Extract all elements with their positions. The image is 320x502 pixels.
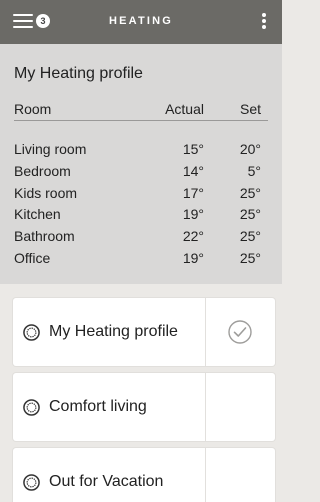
table-row: Living room 15° 20° (14, 141, 268, 163)
profile-card-my-heating-profile[interactable]: My Heating profile (13, 298, 275, 366)
column-header-actual: Actual (165, 101, 204, 117)
set-temperature: 5° (247, 162, 261, 179)
table-row: Bathroom 22° 25° (14, 228, 268, 250)
room-temperature-table: Room Actual Set Living room 15° 20° Bedr… (14, 101, 268, 272)
set-temperature: 20° (239, 141, 261, 157)
thermostat-dial-icon (23, 474, 40, 491)
card-divider (205, 373, 206, 441)
column-header-room: Room (14, 101, 52, 117)
page-title: HEATING (108, 15, 174, 27)
table-row: Bedroom 14° 5° (14, 163, 268, 185)
column-header-set: Set (239, 101, 261, 117)
table-row: Kids room 17° 25° (14, 185, 268, 207)
profile-card-comfort-living[interactable]: Comfort living (13, 373, 275, 441)
actual-temperature: 15° (182, 141, 204, 157)
set-temperature: 25° (239, 228, 261, 245)
card-divider (205, 448, 206, 502)
room-name: Kitchen (14, 206, 61, 223)
thermostat-dial-icon (23, 399, 40, 416)
set-temperature: 25° (239, 249, 261, 266)
table-header: Room Actual Set (14, 101, 268, 121)
profile-card-out-for-vacation[interactable]: Out for Vacation (13, 448, 275, 502)
set-temperature: 25° (239, 184, 261, 201)
set-temperature: 25° (239, 206, 261, 223)
more-vertical-icon[interactable] (262, 13, 266, 30)
actual-temperature: 22° (182, 228, 204, 245)
profile-label: Comfort living (49, 398, 147, 415)
table-row: Kitchen 19° 25° (14, 206, 268, 228)
card-divider (205, 298, 206, 366)
room-name: Living room (14, 141, 87, 157)
selected-check-icon[interactable] (228, 320, 252, 344)
actual-temperature: 19° (182, 249, 204, 266)
table-row: Office 19° 25° (14, 250, 268, 272)
profile-label: My Heating profile (49, 323, 178, 340)
thermostat-dial-icon (23, 324, 40, 341)
room-name: Office (14, 249, 51, 266)
active-profile-title: My Heating profile (14, 65, 143, 82)
actual-temperature: 17° (182, 184, 204, 201)
profile-list: My Heating profile Comfort living Out fo… (0, 284, 282, 502)
actual-temperature: 14° (182, 162, 204, 179)
top-app-bar: 3 HEATING (0, 0, 282, 44)
active-profile-summary: My Heating profile Room Actual Set Livin… (0, 44, 282, 284)
room-name: Bathroom (14, 228, 75, 245)
actual-temperature: 19° (182, 206, 204, 223)
room-name: Kids room (14, 184, 78, 201)
room-name: Bedroom (14, 162, 71, 179)
profile-label: Out for Vacation (49, 473, 164, 490)
